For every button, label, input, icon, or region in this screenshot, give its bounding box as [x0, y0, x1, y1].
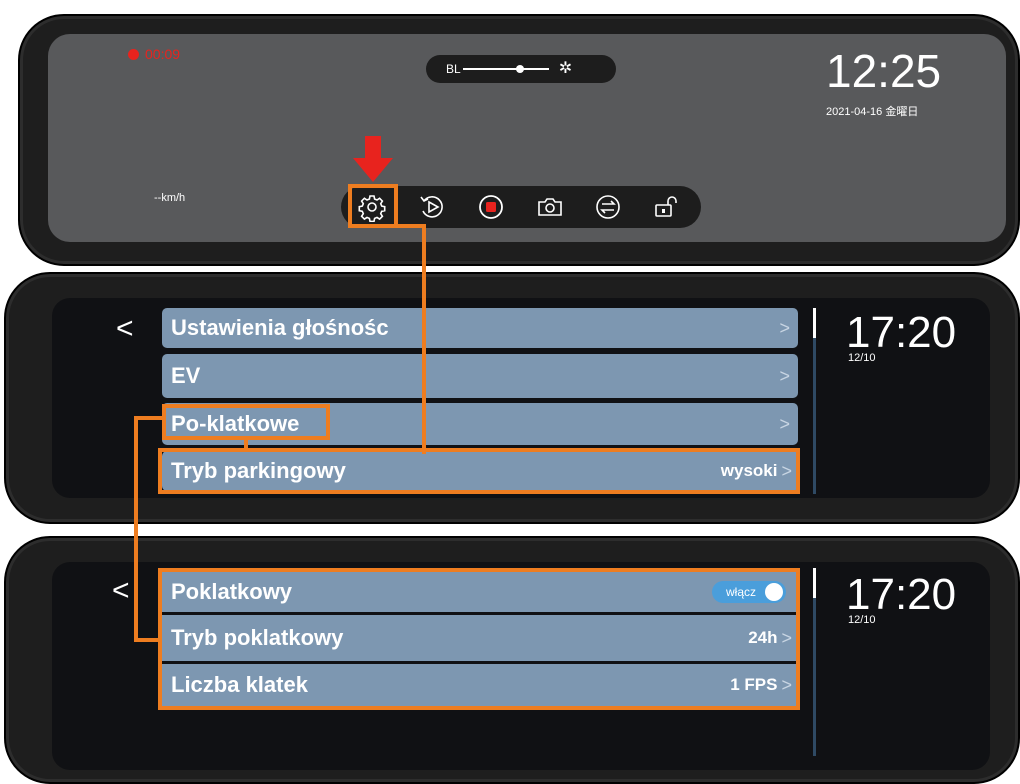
recording-indicator: 00:09 [128, 46, 180, 62]
settings-back-button[interactable]: < [116, 312, 134, 346]
connector-timelapse-h1 [134, 416, 164, 420]
backlight-slider[interactable]: BL ✲ [426, 55, 616, 83]
record-button[interactable] [476, 192, 506, 222]
chevron-right-icon: > [779, 413, 790, 434]
settings-clock: 17:20 [846, 308, 957, 357]
snapshot-button[interactable] [535, 192, 565, 222]
brightness-icon: ✲ [558, 60, 573, 77]
scrollbar-thumb[interactable] [813, 568, 816, 598]
speed-readout: --km/h [154, 192, 186, 204]
timelapse-clock: 17:20 [846, 570, 957, 619]
highlight-parking-mode [158, 448, 800, 494]
timelapse-date: 12/10 [848, 614, 876, 626]
highlight-settings-icon [348, 184, 398, 228]
scrollbar-thumb[interactable] [813, 308, 816, 338]
highlight-timelapse-menu [158, 568, 800, 710]
connector-timelapse-v [134, 416, 138, 642]
settings-date: 12/10 [848, 352, 876, 364]
connector-timelapse-h2 [134, 638, 160, 642]
backlight-knob[interactable] [516, 65, 525, 73]
connector-settings-top [396, 224, 426, 228]
highlight-timelapse-item [162, 404, 330, 440]
lock-button[interactable] [651, 192, 681, 222]
menu-item-ev[interactable]: EV > [162, 354, 798, 398]
menu-item-volume[interactable]: Ustawienia głośnośc > [162, 308, 798, 348]
unlock-icon [655, 196, 677, 217]
record-stop-icon [479, 195, 503, 219]
camera-icon [538, 198, 562, 216]
menu-item-label: EV [171, 363, 201, 388]
menu-item-label: Ustawienia głośnośc [171, 315, 389, 340]
switch-camera-button[interactable] [593, 192, 623, 222]
recording-time: 00:09 [145, 46, 181, 62]
chevron-right-icon: > [779, 317, 790, 338]
backlight-track[interactable] [462, 65, 549, 73]
chevron-right-icon: > [779, 365, 790, 386]
timelapse-back-button[interactable]: < [112, 574, 130, 608]
connector-timelapse-stub [244, 438, 248, 452]
arrow-down-icon [353, 136, 393, 182]
settings-scrollbar[interactable] [813, 308, 816, 494]
timelapse-scrollbar[interactable] [813, 568, 816, 756]
connector-settings-to-parking [422, 226, 426, 454]
backlight-label: BL [446, 62, 461, 76]
record-dot-icon [128, 48, 139, 60]
playback-button[interactable] [417, 192, 447, 222]
playback-icon [420, 196, 443, 218]
home-date: 2021-04-16 金曜日 [826, 106, 919, 118]
swap-camera-icon [596, 195, 620, 219]
home-clock: 12:25 [826, 45, 942, 97]
